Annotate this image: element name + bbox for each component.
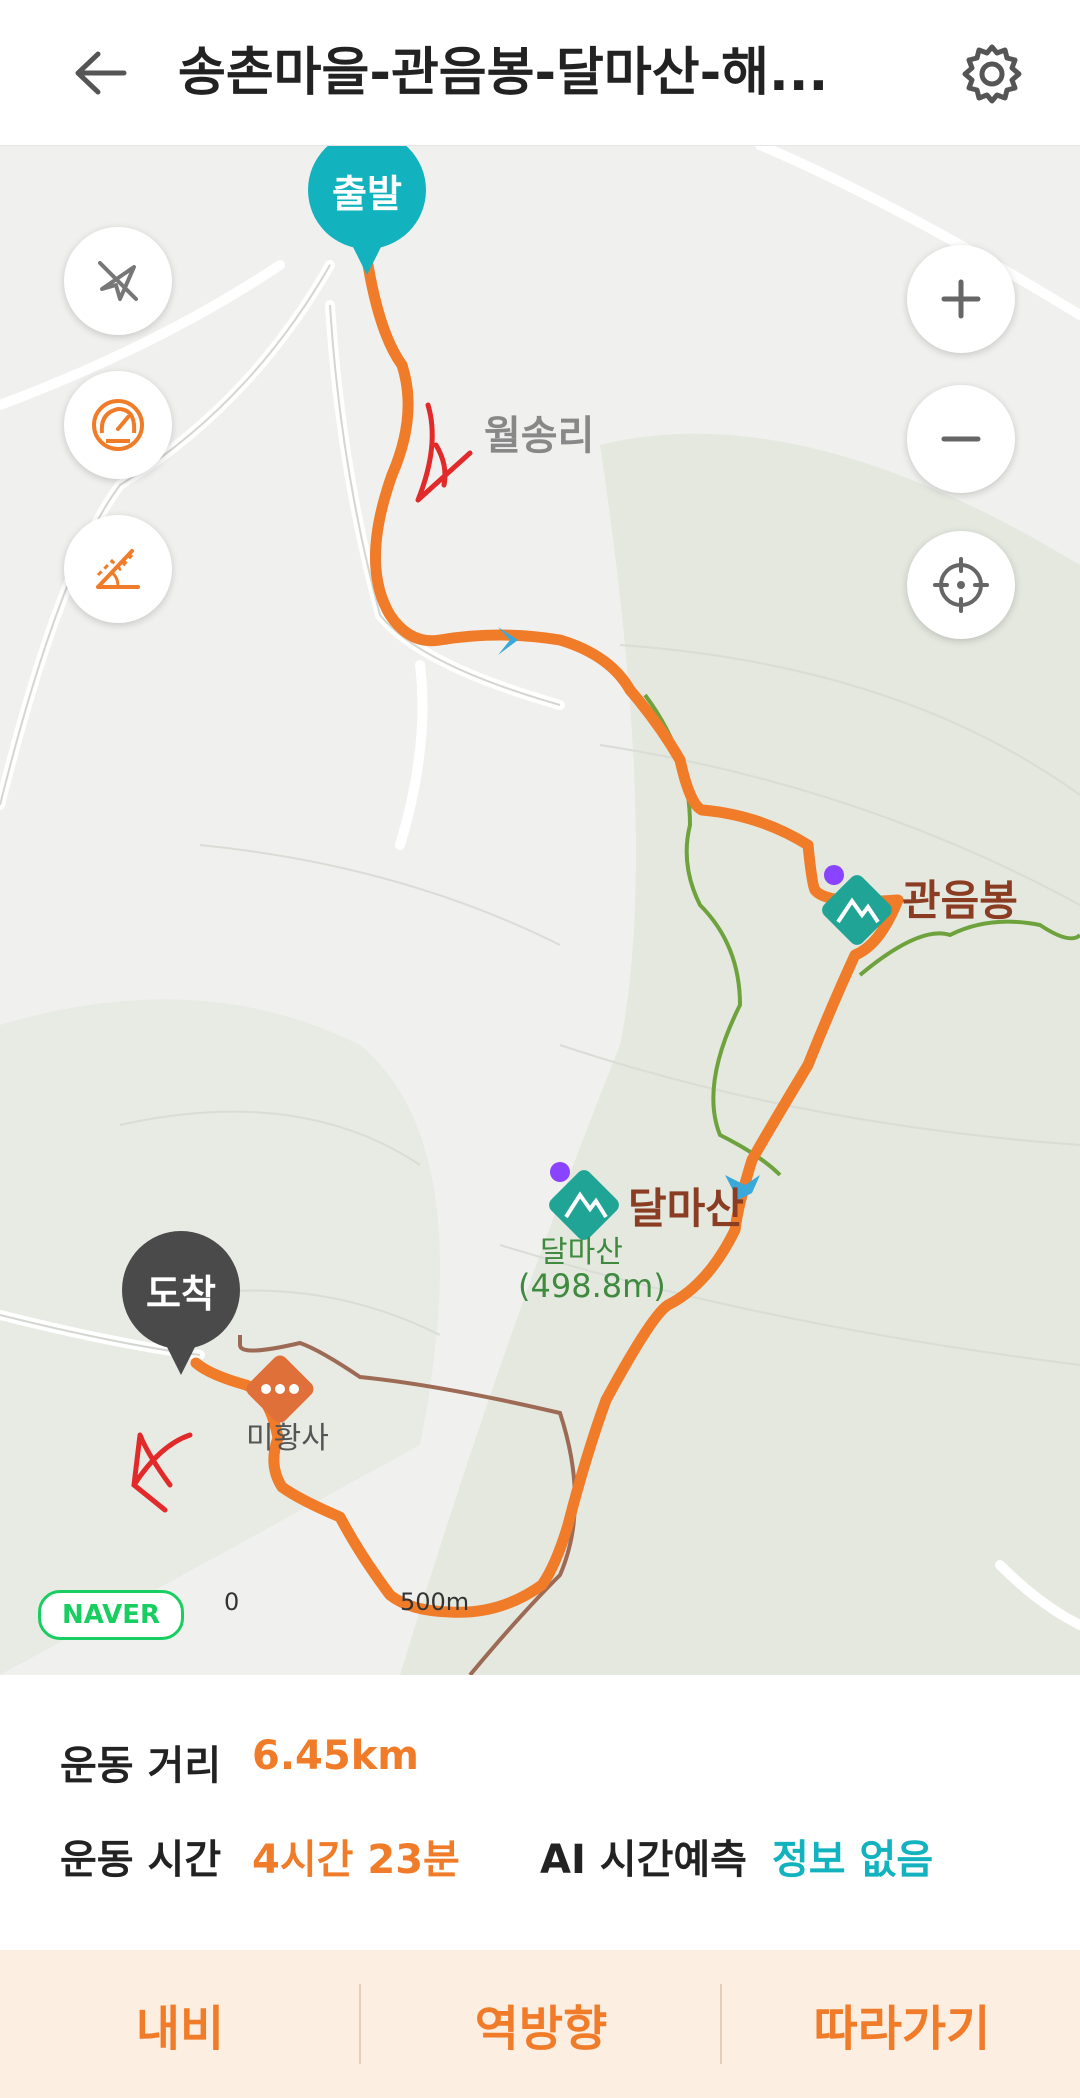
map-view[interactable]: 월송리 관음봉 달마산 달마산 (498.8m) 미황사 출발 도착 NAVER…: [0, 145, 1080, 1675]
page-title: 송촌마을-관음봉-달마산-해...: [178, 43, 829, 103]
settings-button[interactable]: [952, 36, 1032, 112]
back-button[interactable]: [60, 40, 140, 106]
follow-route-button[interactable]: 따라가기: [722, 1950, 1080, 2098]
speed-button[interactable]: [64, 371, 172, 479]
distance-label: 운동 거리: [60, 1743, 222, 1789]
plus-icon: [941, 279, 981, 319]
distance-value: 6.45km: [252, 1733, 419, 1779]
locate-button[interactable]: [907, 531, 1015, 639]
end-pin[interactable]: 도착: [122, 1231, 240, 1375]
reverse-direction-button[interactable]: 역방향: [361, 1950, 721, 2098]
gear-icon: [962, 44, 1022, 104]
label-gwaneumbong: 관음봉: [902, 876, 1018, 925]
slope-icon: [96, 549, 140, 589]
crosshair-icon: [933, 557, 989, 613]
compass-off-icon: [98, 261, 138, 301]
label-dalmasan-height: (498.8m): [518, 1267, 666, 1305]
ai-time-label: AI 시간예측: [540, 1837, 747, 1883]
label-temple: 미황사: [246, 1421, 329, 1456]
scale-end-label: 500m: [400, 1588, 470, 1616]
route-info-panel: 운동 거리 6.45km 운동 시간 4시간 23분 AI 시간예측 정보 없음: [0, 1675, 1080, 1950]
compass-button[interactable]: [64, 227, 172, 335]
time-value: 4시간 23분: [252, 1837, 460, 1883]
speedometer-icon: [92, 399, 144, 451]
arrow-left-icon: [75, 51, 127, 95]
label-village: 월송리: [484, 413, 595, 459]
scale-start-label: 0: [224, 1588, 240, 1616]
minus-icon: [941, 436, 981, 442]
ai-time-value: 정보 없음: [772, 1837, 934, 1883]
navigation-button[interactable]: 내비: [0, 1950, 360, 2098]
time-label: 운동 시간: [60, 1837, 222, 1883]
naver-logo: NAVER: [38, 1590, 184, 1640]
zoom-in-button[interactable]: [907, 245, 1015, 353]
label-dalmasan-small: 달마산: [540, 1235, 623, 1270]
app-header: 송촌마을-관음봉-달마산-해...: [0, 0, 1080, 146]
zoom-out-button[interactable]: [907, 385, 1015, 493]
bottom-action-bar: 내비 역방향 따라가기: [0, 1950, 1080, 2098]
slope-button[interactable]: [64, 515, 172, 623]
label-dalmasan: 달마산: [628, 1184, 744, 1233]
